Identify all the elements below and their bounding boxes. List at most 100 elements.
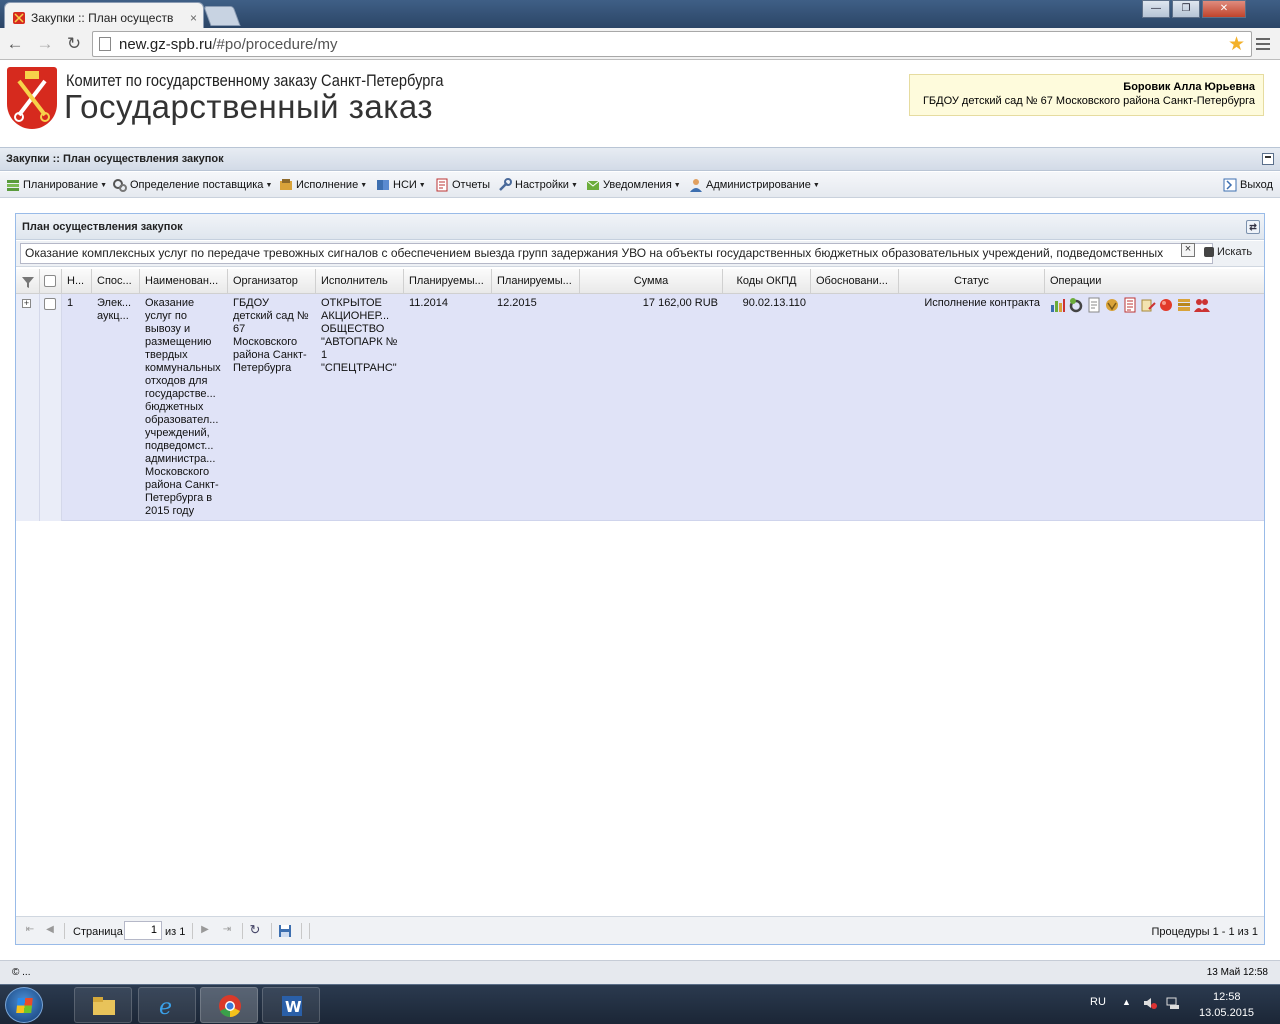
filter-column-header[interactable] xyxy=(16,269,40,294)
row-select-cell xyxy=(40,294,62,521)
column-header-number[interactable]: Н... xyxy=(62,269,92,294)
column-header-plan-end[interactable]: Планируемы... xyxy=(492,269,580,294)
network-icon[interactable] xyxy=(1166,996,1180,1013)
clock-date[interactable]: 13.05.2015 xyxy=(1199,1007,1254,1019)
word-icon: W xyxy=(280,994,304,1018)
svg-text:e: e xyxy=(159,995,172,1018)
user-organization: ГБДОУ детский сад № 67 Московского район… xyxy=(922,95,1255,107)
column-header-operations: Операции xyxy=(1050,275,1102,287)
speaker-muted-icon[interactable] xyxy=(1143,996,1157,1013)
paging-separator xyxy=(64,923,65,939)
paging-separator xyxy=(242,923,243,939)
browser-tab[interactable]: Закупки :: План осуществ × xyxy=(4,2,204,28)
chrome-icon xyxy=(218,994,242,1018)
search-input[interactable]: Оказание комплексных услуг по передаче т… xyxy=(20,243,1213,264)
panel-refresh-icon[interactable]: ⇄ xyxy=(1246,220,1260,234)
menu-supplier[interactable]: Определение поставщика ▼ xyxy=(113,177,272,193)
column-header-justification[interactable]: Обосновани... xyxy=(811,269,899,294)
save-icon[interactable] xyxy=(278,924,291,937)
browser-menu-icon[interactable] xyxy=(1256,38,1270,50)
menu-settings[interactable]: Настройки ▼ xyxy=(498,177,578,193)
refresh-gear-icon[interactable] xyxy=(1068,297,1084,313)
next-page-icon[interactable]: ▶ xyxy=(199,924,211,936)
row-executor: ОТКРЫТОЕ АКЦИОНЕР... ОБЩЕСТВО "АВТОПАРК … xyxy=(321,297,398,374)
bookmark-star-icon[interactable]: ★ xyxy=(1228,33,1245,56)
select-all-header[interactable] xyxy=(40,269,62,294)
emblem-icon[interactable] xyxy=(1104,297,1120,313)
collapse-panel-button[interactable] xyxy=(1262,153,1274,165)
user-name: Боровик Алла Юрьевна xyxy=(1123,81,1255,93)
logout-button[interactable]: Выход xyxy=(1223,177,1273,193)
column-header-executor[interactable]: Исполнитель xyxy=(316,269,404,294)
chart-icon[interactable] xyxy=(1050,297,1066,313)
paging-toolbar: ⇤ ◀ Страница 1 из 1 ▶ ⇥ ↻ Процедуры 1 - … xyxy=(16,916,1264,944)
select-all-checkbox[interactable] xyxy=(44,275,56,287)
row-checkbox[interactable] xyxy=(44,298,56,310)
column-header-organizer[interactable]: Организатор xyxy=(228,269,316,294)
start-button[interactable] xyxy=(5,987,43,1023)
users-icon[interactable] xyxy=(1194,297,1210,313)
clear-search-icon[interactable]: × xyxy=(1181,243,1195,257)
new-tab-button[interactable] xyxy=(203,6,241,26)
column-header-method[interactable]: Спос... xyxy=(92,269,140,294)
menu-planning[interactable]: Планирование ▼ xyxy=(6,177,107,193)
document-icon[interactable] xyxy=(1086,297,1102,313)
taskbar-ie[interactable]: e xyxy=(138,987,196,1023)
column-header-name[interactable]: Наименован... xyxy=(140,269,228,294)
taskbar-chrome[interactable] xyxy=(200,987,258,1023)
grid-header: Н... Спос... Наименован... Организатор И… xyxy=(16,269,1264,294)
column-header-status[interactable]: Статус xyxy=(899,269,1045,294)
row-name: Оказание услуг по вывозу и размещению тв… xyxy=(145,297,221,517)
scroll-edit-icon[interactable] xyxy=(1140,297,1156,313)
filter-icon xyxy=(22,277,34,288)
column-header-okpd[interactable]: Коды ОКПД xyxy=(723,269,811,294)
menu-reports[interactable]: Отчеты xyxy=(435,177,490,193)
row-expander-cell: + xyxy=(16,294,40,521)
taskbar-explorer[interactable] xyxy=(74,987,132,1023)
red-circle-icon[interactable] xyxy=(1158,297,1174,313)
page-icon xyxy=(99,37,111,51)
procurement-plan-panel: План осуществления закупок ⇄ Оказание ко… xyxy=(15,213,1265,945)
language-indicator[interactable]: RU xyxy=(1090,996,1106,1008)
binoculars-icon xyxy=(1204,247,1214,257)
tray-expand-icon[interactable]: ▲ xyxy=(1122,997,1131,1007)
stack-icon[interactable] xyxy=(1176,297,1192,313)
internet-explorer-icon: e xyxy=(156,994,180,1020)
url-text: new.gz-spb.ru/#po/procedure/my xyxy=(119,36,338,53)
reload-icon[interactable]: ↻ xyxy=(63,33,85,55)
paging-separator xyxy=(301,923,302,939)
close-window-button[interactable]: ✕ xyxy=(1202,0,1246,18)
maximize-button[interactable]: ❐ xyxy=(1172,0,1200,18)
menu-notifications[interactable]: Уведомления ▼ xyxy=(586,177,681,193)
menu-nsi[interactable]: НСИ ▼ xyxy=(376,177,426,193)
footer-datetime: 13 Май 12:58 xyxy=(1206,967,1268,978)
menu-execution[interactable]: Исполнение ▼ xyxy=(279,177,367,193)
column-header-amount[interactable]: Сумма xyxy=(580,269,723,294)
page-number-input[interactable]: 1 xyxy=(124,921,162,940)
minimize-button[interactable]: — xyxy=(1142,0,1170,18)
address-bar[interactable]: new.gz-spb.ru/#po/procedure/my ★ xyxy=(92,31,1252,57)
page-label: Страница xyxy=(73,926,123,938)
folder-icon xyxy=(92,994,116,1018)
search-button[interactable]: Искать xyxy=(1204,246,1252,258)
first-page-icon[interactable]: ⇤ xyxy=(24,924,36,936)
panel-title: План осуществления закупок ⇄ xyxy=(16,214,1264,240)
refresh-icon[interactable]: ↻ xyxy=(249,923,261,936)
planning-icon xyxy=(6,178,20,192)
list-document-icon[interactable] xyxy=(1122,297,1138,313)
row-status: Исполнение контракта xyxy=(924,297,1040,309)
back-arrow-icon[interactable]: ← xyxy=(4,33,26,55)
forward-arrow-icon[interactable]: → xyxy=(34,33,56,55)
table-row[interactable]: + 1 Элек... аукц... Оказание услуг по вы… xyxy=(16,294,1264,521)
clock-time[interactable]: 12:58 xyxy=(1213,991,1241,1003)
report-icon xyxy=(435,178,449,192)
tab-close-icon[interactable]: × xyxy=(190,11,197,25)
column-header-plan-start[interactable]: Планируемы... xyxy=(404,269,492,294)
logout-icon xyxy=(1223,178,1237,192)
taskbar-word[interactable]: W xyxy=(262,987,320,1023)
prev-page-icon[interactable]: ◀ xyxy=(44,924,56,936)
last-page-icon[interactable]: ⇥ xyxy=(221,924,233,936)
menu-administration[interactable]: Администрирование ▼ xyxy=(689,177,820,193)
row-operations xyxy=(1050,297,1210,313)
expand-row-icon[interactable]: + xyxy=(22,299,31,308)
